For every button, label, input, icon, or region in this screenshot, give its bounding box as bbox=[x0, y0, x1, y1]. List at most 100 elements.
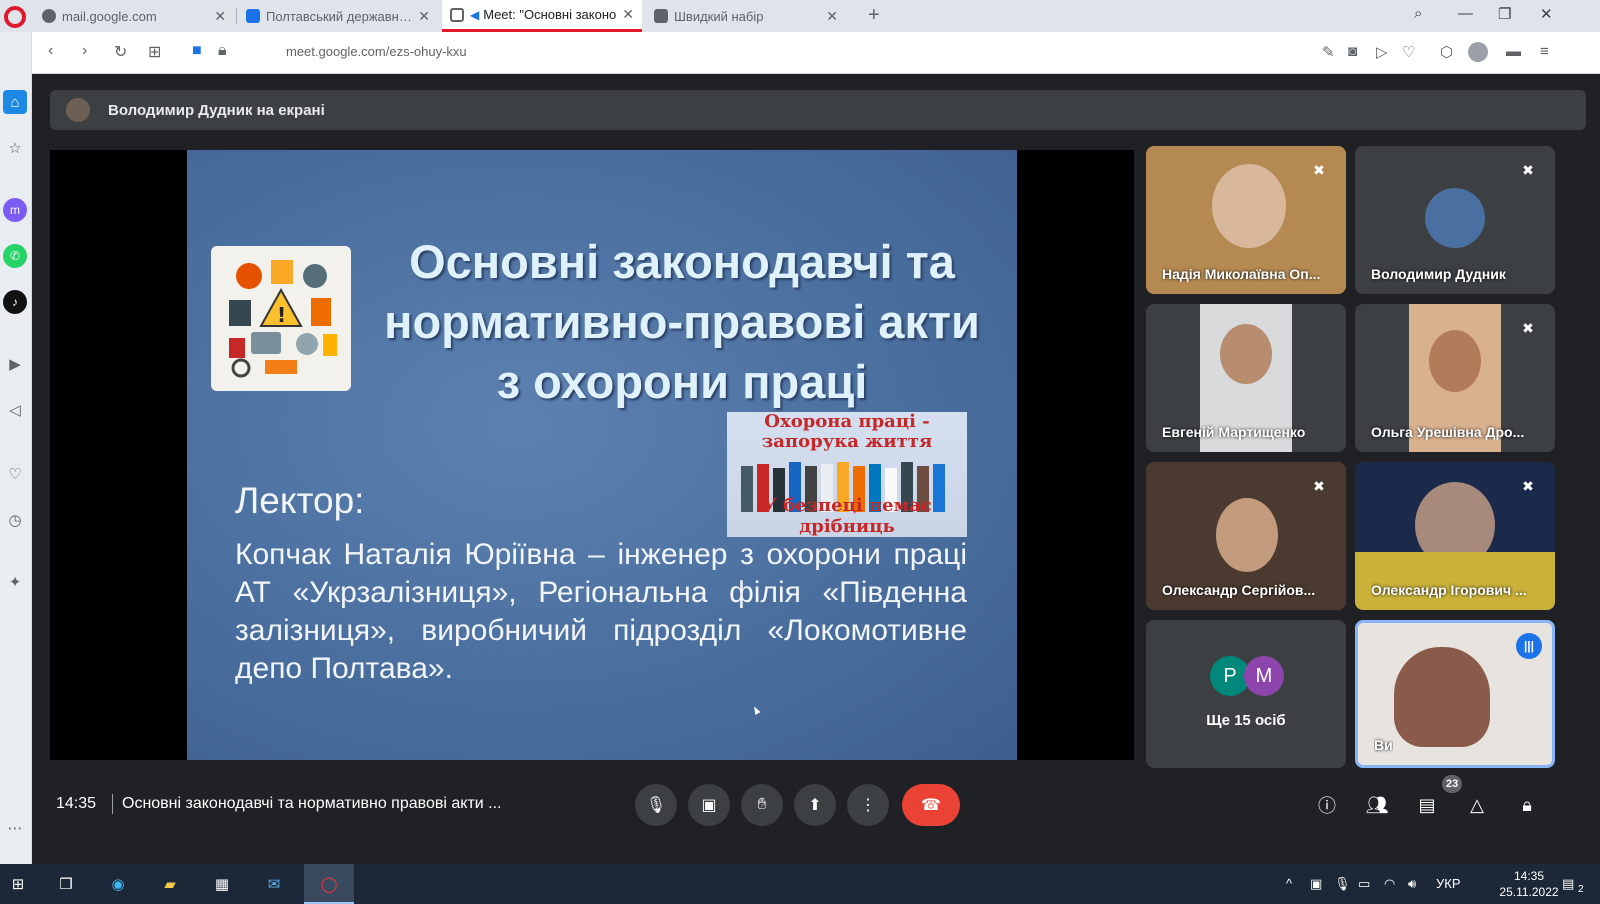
file-explorer-icon[interactable]: ▰ bbox=[158, 872, 182, 896]
taskbar-time: 14:35 bbox=[1513, 869, 1545, 883]
more-participants-tile[interactable]: P M Ще 15 осіб bbox=[1146, 620, 1346, 768]
hand-icon: ✋︎ bbox=[757, 796, 767, 813]
home-icon[interactable]: ⌂ bbox=[3, 90, 27, 114]
screen: mail.google.com ✕ Полтавський державний … bbox=[0, 0, 1600, 904]
camera-button[interactable]: ▣ bbox=[688, 784, 730, 826]
taskbar-clock[interactable]: 14:35 25.11.2022 bbox=[1496, 868, 1562, 900]
windows-start-icon[interactable]: ⊞ bbox=[6, 872, 30, 896]
history-icon[interactable]: ◷ bbox=[3, 508, 27, 532]
people-button[interactable]: 👥︎ bbox=[1362, 790, 1392, 820]
presentation-stage[interactable]: ! Основні законодавчі та нормативно-прав… bbox=[50, 150, 1134, 760]
notifications-count: 2 bbox=[1578, 884, 1584, 895]
participant-tile[interactable]: ✖ Надія Миколаївна Оп... bbox=[1146, 146, 1346, 294]
edit-icon[interactable]: ✎ bbox=[1322, 43, 1335, 61]
messenger-icon[interactable]: m bbox=[3, 198, 27, 222]
safety-collage-image: ! bbox=[211, 246, 351, 391]
forward-icon[interactable]: › bbox=[82, 42, 87, 60]
bookmarks-icon[interactable]: ☆ bbox=[3, 136, 27, 160]
microphone-tray-icon[interactable]: 🎙︎ bbox=[1334, 876, 1351, 892]
snapshot-icon[interactable]: ◙ bbox=[1348, 43, 1357, 60]
participant-video bbox=[1212, 164, 1286, 248]
more-options-button[interactable]: ⋮ bbox=[847, 784, 889, 826]
safety-poster-image: Охорона праці - запорука життя У безпеці… bbox=[727, 412, 967, 537]
mail-icon[interactable]: ✉ bbox=[262, 872, 286, 896]
player-icon[interactable]: ▶ bbox=[3, 352, 27, 376]
microphone-button[interactable]: 🎙︎ bbox=[635, 784, 677, 826]
tab-mail[interactable]: mail.google.com ✕ bbox=[34, 0, 234, 32]
meeting-time: 14:35 bbox=[56, 795, 97, 812]
participant-tile[interactable]: ✖ Ольга Урешівна Дро... bbox=[1355, 304, 1555, 452]
profile-avatar-icon[interactable] bbox=[1468, 42, 1488, 62]
globe-icon bbox=[42, 9, 56, 23]
wifi-icon[interactable]: ◠ bbox=[1384, 876, 1395, 892]
present-button[interactable]: ⬆ bbox=[794, 784, 836, 826]
participant-face bbox=[1429, 330, 1481, 392]
camera-in-use-icon[interactable]: ■ bbox=[192, 42, 202, 60]
search-tabs-icon[interactable]: ⌕ bbox=[1414, 5, 1422, 22]
language-indicator[interactable]: УКР bbox=[1436, 876, 1461, 891]
easy-setup-icon[interactable]: ≡ bbox=[1540, 43, 1549, 60]
activities-icon: △ bbox=[1470, 794, 1484, 815]
chat-button[interactable]: ▤ bbox=[1412, 790, 1442, 820]
task-view-icon[interactable]: ❒ bbox=[54, 872, 78, 896]
tips-icon[interactable]: ✦ bbox=[3, 570, 27, 594]
restore-icon[interactable]: ❐ bbox=[1498, 5, 1511, 23]
participant-clothing bbox=[1355, 552, 1555, 610]
more-sidebar-icon[interactable]: ⋯ bbox=[3, 816, 27, 840]
slide-title: Основні законодавчі та нормативно-правов… bbox=[384, 235, 980, 408]
my-flow-icon[interactable]: ◁ bbox=[3, 398, 27, 422]
battery-icon[interactable]: ▭ bbox=[1358, 876, 1370, 892]
svg-text:!: ! bbox=[277, 303, 286, 327]
lock-icon[interactable]: 🔒︎ bbox=[218, 42, 227, 60]
meet-running-icon[interactable]: ▣ bbox=[1310, 876, 1322, 892]
meeting-info-button[interactable]: ⓘ bbox=[1312, 790, 1342, 820]
send-icon[interactable]: ▷ bbox=[1376, 43, 1388, 61]
reload-icon[interactable]: ↻ bbox=[114, 42, 127, 62]
close-icon[interactable]: ✕ bbox=[214, 8, 226, 25]
extensions-icon[interactable]: ⬡ bbox=[1440, 43, 1453, 61]
pinboard-heart-icon[interactable]: ♡ bbox=[3, 462, 27, 486]
battery-saver-icon[interactable]: ▬ bbox=[1506, 43, 1521, 60]
edge-icon[interactable]: ◉ bbox=[106, 872, 130, 896]
volume-icon[interactable]: 🔊︎ bbox=[1408, 876, 1416, 892]
close-icon[interactable]: ✕ bbox=[418, 8, 430, 25]
activities-button[interactable]: △ bbox=[1462, 790, 1492, 820]
microsoft-store-icon[interactable]: ▦ bbox=[210, 872, 234, 896]
avatar bbox=[1425, 188, 1485, 248]
participant-tile[interactable]: ✖ Олександр Ігорович ... bbox=[1355, 462, 1555, 610]
minimize-icon[interactable]: — bbox=[1458, 5, 1473, 22]
close-icon[interactable]: ✕ bbox=[622, 6, 634, 23]
tiktok-icon[interactable]: ♪ bbox=[3, 290, 27, 314]
close-icon[interactable]: ✕ bbox=[826, 8, 838, 25]
tabs-grid-icon[interactable]: ⊞ bbox=[148, 42, 161, 62]
people-icon: 👥︎ bbox=[1365, 794, 1389, 815]
tab-meet[interactable]: ◀ Meet: "Основні законо ✕ bbox=[442, 0, 642, 32]
chat-icon: ▤ bbox=[1418, 794, 1436, 815]
tab-poltava[interactable]: Полтавський державний а ✕ bbox=[238, 0, 438, 32]
camera-icon: ▣ bbox=[701, 797, 717, 814]
meet-icon bbox=[450, 7, 464, 22]
show-hidden-icons-icon[interactable]: ^ bbox=[1286, 876, 1292, 891]
url-field[interactable]: meet.google.com/ezs-ohuy-kxu bbox=[286, 44, 467, 59]
tab-speed-dial[interactable]: Швидкий набір ✕ bbox=[646, 0, 846, 32]
raise-hand-button[interactable]: ✋︎ bbox=[741, 784, 783, 826]
heart-icon[interactable]: ♡ bbox=[1402, 43, 1415, 61]
participant-tile[interactable]: ✖ Олександр Сергійов... bbox=[1146, 462, 1346, 610]
host-controls-button[interactable]: 🔒︎ bbox=[1512, 790, 1542, 820]
back-icon[interactable]: ‹ bbox=[48, 42, 53, 60]
tab-divider bbox=[236, 8, 237, 24]
presentation-slide: ! Основні законодавчі та нормативно-прав… bbox=[187, 150, 1017, 760]
whatsapp-icon[interactable]: ✆ bbox=[3, 244, 27, 268]
leave-call-button[interactable]: ☎︎ bbox=[902, 784, 960, 826]
new-tab-icon[interactable]: + bbox=[868, 4, 880, 27]
lock-person-icon: 🔒︎ bbox=[1522, 794, 1532, 815]
participant-tile[interactable]: Евгеній Мартищенко bbox=[1146, 304, 1346, 452]
self-tile[interactable]: ||| Ви bbox=[1355, 620, 1555, 768]
participant-tile[interactable]: ✖ Володимир Дудник bbox=[1355, 146, 1555, 294]
window-close-icon[interactable]: ✕ bbox=[1540, 5, 1553, 23]
windows-taskbar: ⊞ ❒ ◉ ▰ ▦ ✉ ◯ ^ ▣ 🎙︎ ▭ ◠ 🔊︎ УКР 14:35 25… bbox=[0, 864, 1600, 904]
notifications-icon[interactable]: ▤ bbox=[1562, 876, 1574, 892]
opera-icon[interactable]: ◯ bbox=[317, 872, 341, 896]
grid-icon bbox=[654, 9, 668, 23]
opera-logo-icon[interactable] bbox=[4, 6, 26, 28]
